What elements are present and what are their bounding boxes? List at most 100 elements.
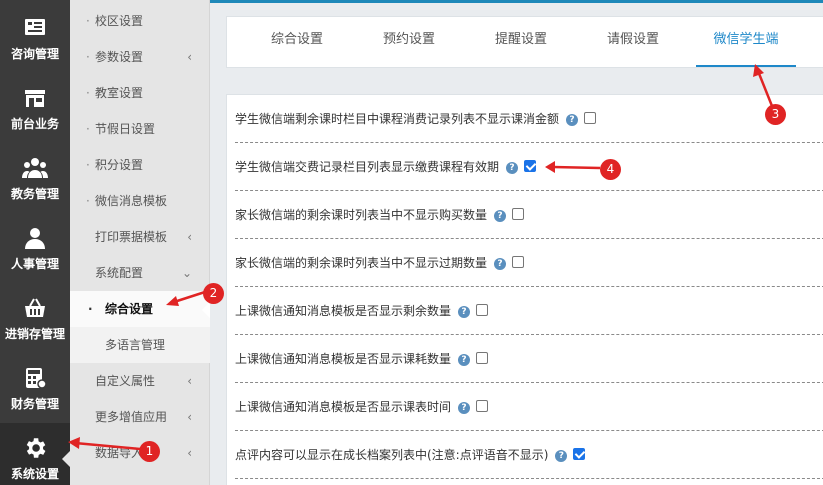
setting-checkbox[interactable] xyxy=(573,447,586,460)
consult-icon xyxy=(22,15,48,41)
help-icon[interactable]: ? xyxy=(566,113,579,126)
submenu-item-addons[interactable]: 更多增值应用 ‹ xyxy=(70,399,210,435)
bullet: · xyxy=(86,50,90,64)
nav-academic[interactable]: 教务管理 xyxy=(0,143,70,213)
setting-checkbox[interactable] xyxy=(476,351,489,364)
setting-label: 家长微信端的剩余课时列表当中不显示过期数量 xyxy=(235,256,488,270)
chevron-down-icon: ⌄ xyxy=(181,266,192,280)
help-icon[interactable]: ? xyxy=(555,449,568,462)
setting-label: 学生微信端交费记录栏目列表显示缴费课程有效期 xyxy=(235,160,500,174)
settings-tabs: 综合设置 预约设置 提醒设置 请假设置 微信学生端 xyxy=(226,16,823,68)
setting-checkbox[interactable] xyxy=(524,159,537,172)
setting-checkbox[interactable] xyxy=(584,111,597,124)
annotation-badge-1: 1 xyxy=(139,441,160,462)
help-icon[interactable]: ? xyxy=(494,209,507,222)
help-icon[interactable]: ? xyxy=(458,353,471,366)
bullet: · xyxy=(86,14,90,28)
setting-row: 学生微信端交费记录栏目列表显示缴费课程有效期? xyxy=(235,143,823,191)
annotation-badge-4: 4 xyxy=(600,159,621,180)
submenu-child-general[interactable]: · 综合设置 xyxy=(70,291,210,327)
main-nav-rail: 咨询管理 前台业务 教务管理 人事管理 进销存管理 财务管理 系统设置 xyxy=(0,0,70,485)
setting-label: 点评内容可以显示在成长档案列表中(注意:点评语音不显示) xyxy=(235,448,549,462)
bullet: · xyxy=(88,302,93,316)
submenu-label: 多语言管理 xyxy=(105,338,166,352)
submenu-label: 校区设置 xyxy=(95,14,144,28)
chevron-left-icon: ‹ xyxy=(187,374,192,388)
submenu-label: 节假日设置 xyxy=(95,122,156,136)
tab-leave[interactable]: 请假设置 xyxy=(603,17,663,67)
annotation-badge-3: 3 xyxy=(765,104,786,125)
submenu-label: 自定义属性 xyxy=(95,374,156,388)
nav-hr[interactable]: 人事管理 xyxy=(0,213,70,283)
submenu-item-classroom[interactable]: · 教室设置 xyxy=(70,75,210,111)
tab-general[interactable]: 综合设置 xyxy=(267,17,327,67)
bullet: · xyxy=(86,86,90,100)
store-icon xyxy=(22,85,48,111)
setting-row: 上课微信通知消息模板是否显示剩余数量? xyxy=(235,287,823,335)
submenu-item-wechat-template[interactable]: · 微信消息模板 xyxy=(70,183,210,219)
setting-row: 上课微信通知消息模板是否显示课表时间? xyxy=(235,383,823,431)
nav-label: 教务管理 xyxy=(10,186,59,201)
setting-checkbox[interactable] xyxy=(476,303,489,316)
submenu-item-custom-attr[interactable]: 自定义属性 ‹ xyxy=(70,363,210,399)
submenu-item-campus[interactable]: · 校区设置 xyxy=(70,3,210,39)
annotation-badge-2: 2 xyxy=(203,283,224,304)
active-submenu-pointer xyxy=(202,302,210,318)
chevron-left-icon: ‹ xyxy=(187,446,192,460)
setting-row: 家长微信端的剩余课时列表当中不显示过期数量? xyxy=(235,239,823,287)
nav-label: 咨询管理 xyxy=(10,46,59,61)
nav-finance[interactable]: 财务管理 xyxy=(0,353,70,423)
submenu-label: 微信消息模板 xyxy=(95,194,168,208)
nav-system-settings[interactable]: 系统设置 xyxy=(0,423,70,485)
bullet: · xyxy=(86,122,90,136)
person-icon xyxy=(22,225,48,251)
nav-label: 前台业务 xyxy=(10,116,59,131)
help-icon[interactable]: ? xyxy=(458,401,471,414)
tab-reminder[interactable]: 提醒设置 xyxy=(491,17,551,67)
submenu-label: 教室设置 xyxy=(95,86,144,100)
submenu-item-points[interactable]: · 积分设置 xyxy=(70,147,210,183)
submenu-label: 更多增值应用 xyxy=(95,410,168,424)
bullet: · xyxy=(86,158,90,172)
people-icon xyxy=(22,155,48,181)
setting-label: 上课微信通知消息模板是否显示课耗数量 xyxy=(235,352,452,366)
setting-label: 上课微信通知消息模板是否显示课表时间 xyxy=(235,400,452,414)
settings-submenu: · 校区设置 · 参数设置 ‹ · 教室设置 · 节假日设置 · 积分设置 · 微信消息模板 … xyxy=(70,0,210,485)
submenu-item-params[interactable]: · 参数设置 ‹ xyxy=(70,39,210,75)
setting-checkbox[interactable] xyxy=(512,255,525,268)
chevron-left-icon: ‹ xyxy=(187,410,192,424)
bullet: · xyxy=(86,194,90,208)
help-icon[interactable]: ? xyxy=(458,305,471,318)
gear-icon xyxy=(22,435,48,461)
main-content: 综合设置 预约设置 提醒设置 请假设置 微信学生端 学生微信端剩余课时栏目中课程… xyxy=(210,3,823,485)
setting-label: 学生微信端剩余课时栏目中课程消费记录列表不显示课消金额 xyxy=(235,112,560,126)
submenu-item-system-config[interactable]: 系统配置 ⌄ xyxy=(70,255,210,291)
nav-front-desk[interactable]: 前台业务 xyxy=(0,73,70,143)
calculator-icon xyxy=(22,365,48,391)
chevron-left-icon: ‹ xyxy=(187,50,192,64)
nav-inventory[interactable]: 进销存管理 xyxy=(0,283,70,353)
setting-row: 上课微信通知消息模板是否显示课耗数量? xyxy=(235,335,823,383)
setting-row: 学生微信端剩余课时栏目中课程消费记录列表不显示课消金额? xyxy=(235,95,823,143)
submenu-label: 积分设置 xyxy=(95,158,144,172)
submenu-child-language[interactable]: 多语言管理 xyxy=(70,327,210,363)
submenu-label: 数据导入 xyxy=(95,446,144,460)
setting-label: 上课微信通知消息模板是否显示剩余数量 xyxy=(235,304,452,318)
nav-label: 人事管理 xyxy=(10,256,59,271)
submenu-item-print-template[interactable]: 打印票据模板 ‹ xyxy=(70,219,210,255)
submenu-label: 系统配置 xyxy=(95,266,144,280)
chevron-left-icon: ‹ xyxy=(187,230,192,244)
tab-wechat-student[interactable]: 微信学生端 xyxy=(696,17,796,67)
help-icon[interactable]: ? xyxy=(494,257,507,270)
help-icon[interactable]: ? xyxy=(506,161,519,174)
submenu-label: 打印票据模板 xyxy=(95,230,168,244)
setting-checkbox[interactable] xyxy=(476,399,489,412)
nav-consult[interactable]: 咨询管理 xyxy=(0,3,70,73)
setting-row: 点评内容可以显示在成长档案列表中(注意:点评语音不显示)? xyxy=(235,431,823,479)
submenu-label: 综合设置 xyxy=(105,302,154,316)
basket-icon xyxy=(22,295,48,321)
tab-booking[interactable]: 预约设置 xyxy=(379,17,439,67)
setting-checkbox[interactable] xyxy=(512,207,525,220)
setting-row: 家长微信端的剩余课时列表当中不显示购买数量? xyxy=(235,191,823,239)
submenu-item-holiday[interactable]: · 节假日设置 xyxy=(70,111,210,147)
